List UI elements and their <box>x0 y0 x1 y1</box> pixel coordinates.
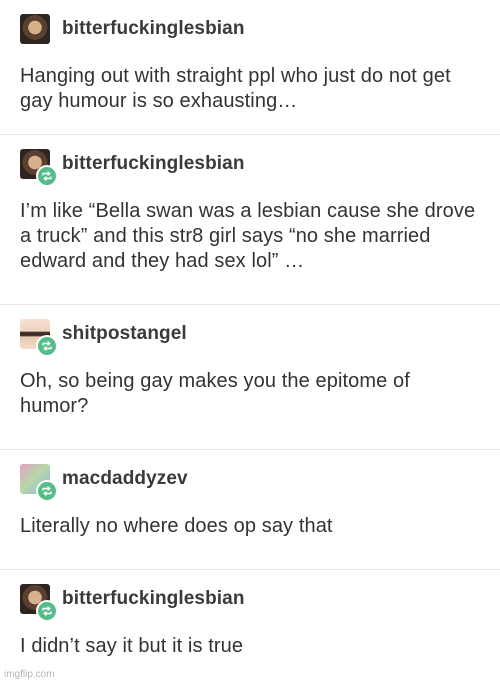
post-header: bitterfuckinglesbian <box>20 149 480 187</box>
reblog-icon <box>36 600 58 622</box>
reblog-arrows-icon <box>42 341 52 351</box>
imgflip-watermark: imgflip.com <box>4 669 55 680</box>
tumblr-thread: bitterfuckinglesbian Hanging out with st… <box>0 0 500 683</box>
post-2: bitterfuckinglesbian I’m like “Bella swa… <box>0 135 500 305</box>
reblog-icon <box>36 165 58 187</box>
reblog-arrows-icon <box>42 486 52 496</box>
reblog-arrows-icon <box>42 171 52 181</box>
avatar-image <box>20 14 50 44</box>
post-text: Oh, so being gay makes you the epitome o… <box>20 370 410 417</box>
avatar[interactable] <box>20 464 58 502</box>
username[interactable]: bitterfuckinglesbian <box>62 153 245 175</box>
post-header: macdaddyzev <box>20 464 480 502</box>
avatar[interactable] <box>20 14 50 44</box>
post-3: shitpostangel Oh, so being gay makes you… <box>0 305 500 450</box>
post-1: bitterfuckinglesbian Hanging out with st… <box>0 0 500 135</box>
reblog-icon <box>36 335 58 357</box>
username[interactable]: bitterfuckinglesbian <box>62 588 245 610</box>
post-text: I didn’t say it but it is true <box>20 635 244 657</box>
post-header: shitpostangel <box>20 319 480 357</box>
post-header: bitterfuckinglesbian <box>20 584 480 622</box>
avatar[interactable] <box>20 149 58 187</box>
post-5: bitterfuckinglesbian I didn’t say it but… <box>0 570 500 683</box>
reblog-icon <box>36 480 58 502</box>
post-header: bitterfuckinglesbian <box>20 14 480 44</box>
post-text: Hanging out with straight ppl who just d… <box>20 65 451 112</box>
post-text: I’m like “Bella swan was a lesbian cause… <box>20 200 476 272</box>
avatar[interactable] <box>20 584 58 622</box>
username[interactable]: bitterfuckinglesbian <box>62 18 245 40</box>
post-4: macdaddyzev Literally no where does op s… <box>0 450 500 570</box>
post-text: Literally no where does op say that <box>20 515 333 537</box>
username[interactable]: shitpostangel <box>62 323 187 345</box>
reblog-arrows-icon <box>42 606 52 616</box>
username[interactable]: macdaddyzev <box>62 468 188 490</box>
avatar[interactable] <box>20 319 58 357</box>
